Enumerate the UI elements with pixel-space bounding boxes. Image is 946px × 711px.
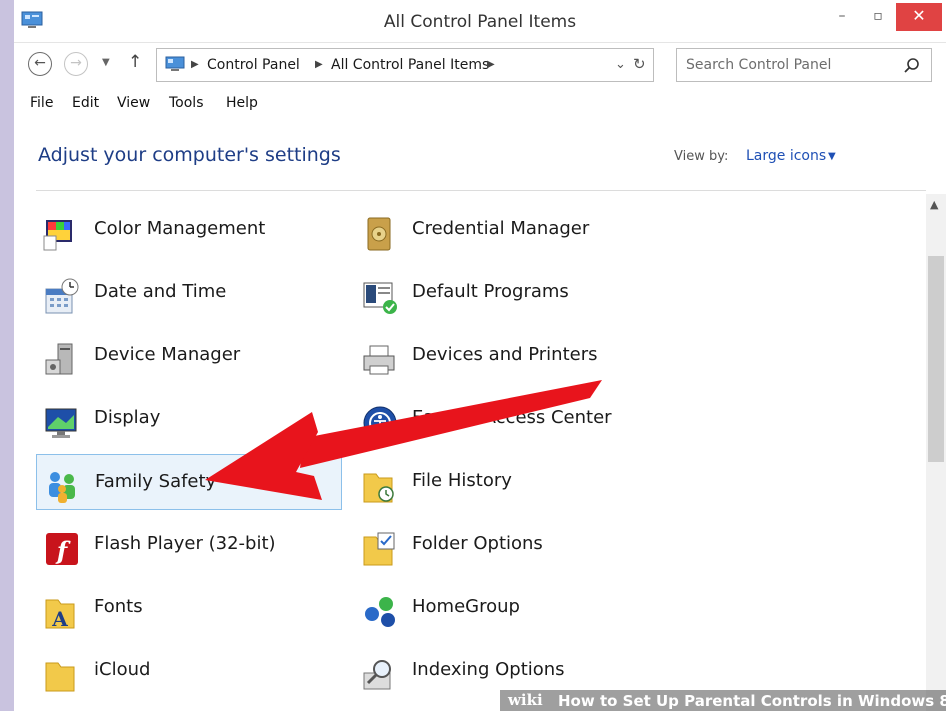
title-bar[interactable]: All Control Panel Items – ▫ ✕	[14, 0, 946, 43]
maximize-button[interactable]: ▫	[862, 3, 894, 31]
refresh-icon[interactable]: ↻	[633, 55, 646, 73]
item-label: Fonts	[94, 596, 143, 617]
divider	[36, 190, 926, 191]
item-display[interactable]: Display	[36, 391, 342, 447]
scroll-up-icon[interactable]: ▲	[930, 198, 938, 211]
recent-locations-dropdown[interactable]: ▼	[102, 57, 110, 68]
item-label: Flash Player (32-bit)	[94, 533, 276, 554]
item-label: Family Safety	[95, 471, 217, 492]
device-manager-icon	[45, 343, 73, 375]
item-folder-options[interactable]: Folder Options	[354, 517, 660, 573]
file-history-icon	[363, 473, 394, 503]
item-flash-player[interactable]: f Flash Player (32-bit)	[36, 517, 342, 573]
chevron-down-icon[interactable]: ▼	[828, 151, 836, 162]
item-device-manager[interactable]: Device Manager	[36, 328, 342, 384]
breadcrumb-control-panel[interactable]: Control Panel	[207, 57, 300, 73]
folder-options-icon	[363, 532, 395, 566]
breadcrumb-separator-icon[interactable]: ▶	[487, 59, 495, 70]
color-management-icon	[43, 220, 72, 251]
minimize-button[interactable]: –	[826, 3, 858, 31]
svg-text:A: A	[51, 607, 68, 631]
item-credential-manager[interactable]: Credential Manager	[354, 202, 660, 258]
control-panel-icon	[165, 56, 185, 71]
item-default-programs[interactable]: Default Programs	[354, 265, 660, 321]
icloud-icon	[45, 662, 75, 692]
menu-view[interactable]: View	[117, 95, 150, 111]
item-date-and-time[interactable]: Date and Time	[36, 265, 342, 321]
item-homegroup[interactable]: HomeGroup	[354, 580, 660, 636]
menu-help[interactable]: Help	[226, 95, 258, 111]
address-dropdown-icon[interactable]: ⌄	[615, 57, 626, 72]
up-button[interactable]: ↑	[128, 52, 142, 72]
menu-tools[interactable]: Tools	[169, 95, 204, 111]
item-label: Color Management	[94, 218, 266, 239]
watermark-title: How to Set Up Parental Controls in Windo…	[558, 692, 946, 710]
window-title: All Control Panel Items	[383, 12, 577, 32]
item-label: Folder Options	[412, 533, 543, 554]
navigation-bar: ← → ▼ ↑ ▶ Control Panel ▶ All Control Pa…	[14, 48, 946, 84]
vertical-scrollbar[interactable]: ▲	[926, 194, 946, 711]
fonts-icon: A	[45, 599, 75, 631]
search-input[interactable]: Search Control Panel	[676, 48, 932, 82]
item-fonts[interactable]: A Fonts	[36, 580, 342, 636]
item-label: iCloud	[94, 659, 151, 680]
default-programs-icon	[363, 282, 397, 314]
scrollbar-thumb[interactable]	[928, 256, 944, 462]
homegroup-icon	[365, 597, 395, 627]
family-safety-icon	[49, 472, 75, 503]
item-icloud[interactable]: iCloud	[36, 643, 342, 699]
item-devices-and-printers[interactable]: Devices and Printers	[354, 328, 660, 384]
item-label: Device Manager	[94, 344, 241, 365]
flash-player-icon: f	[46, 533, 78, 565]
view-by-label: View by:	[674, 149, 729, 164]
view-by-dropdown[interactable]: Large icons	[746, 148, 826, 164]
ease-of-access-icon	[363, 406, 397, 440]
search-placeholder: Search Control Panel	[686, 57, 832, 73]
forward-button[interactable]: →	[64, 52, 88, 76]
watermark: wiki How to Set Up Parental Controls in …	[500, 690, 946, 711]
item-color-management[interactable]: Color Management	[36, 202, 342, 258]
menu-bar: File Edit View Tools Help	[14, 92, 946, 118]
address-bar[interactable]: ▶ Control Panel ▶ All Control Panel Item…	[156, 48, 654, 82]
back-button[interactable]: ←	[28, 52, 52, 76]
indexing-options-icon	[363, 660, 391, 690]
menu-file[interactable]: File	[30, 95, 53, 111]
item-label: Ease of Access Center	[412, 407, 612, 428]
breadcrumb-all-items[interactable]: All Control Panel Items	[331, 57, 489, 73]
credential-manager-icon	[367, 217, 391, 251]
close-button[interactable]: ✕	[896, 3, 942, 31]
item-family-safety[interactable]: Family Safety	[36, 454, 342, 510]
item-label: Default Programs	[412, 281, 569, 302]
page-title: Adjust your computer's settings	[38, 144, 341, 166]
devices-printers-icon	[363, 345, 395, 375]
item-ease-of-access-center[interactable]: Ease of Access Center	[354, 391, 660, 447]
content-pane: Adjust your computer's settings View by:…	[14, 118, 946, 711]
item-label: HomeGroup	[412, 596, 520, 617]
item-label: Display	[94, 407, 161, 428]
watermark-brand: wiki	[508, 691, 543, 709]
item-file-history[interactable]: File History	[354, 454, 660, 510]
item-label: Indexing Options	[412, 659, 565, 680]
display-icon	[45, 408, 77, 438]
search-icon[interactable]	[903, 57, 921, 75]
date-time-icon	[45, 278, 79, 314]
breadcrumb-separator-icon: ▶	[315, 59, 323, 70]
item-label: File History	[412, 470, 512, 491]
menu-edit[interactable]: Edit	[72, 95, 99, 111]
item-label: Date and Time	[94, 281, 227, 302]
item-label: Credential Manager	[412, 218, 590, 239]
breadcrumb-separator-icon: ▶	[191, 59, 199, 70]
control-panel-window: All Control Panel Items – ▫ ✕ ← → ▼ ↑ ▶ …	[14, 0, 946, 711]
item-label: Devices and Printers	[412, 344, 598, 365]
